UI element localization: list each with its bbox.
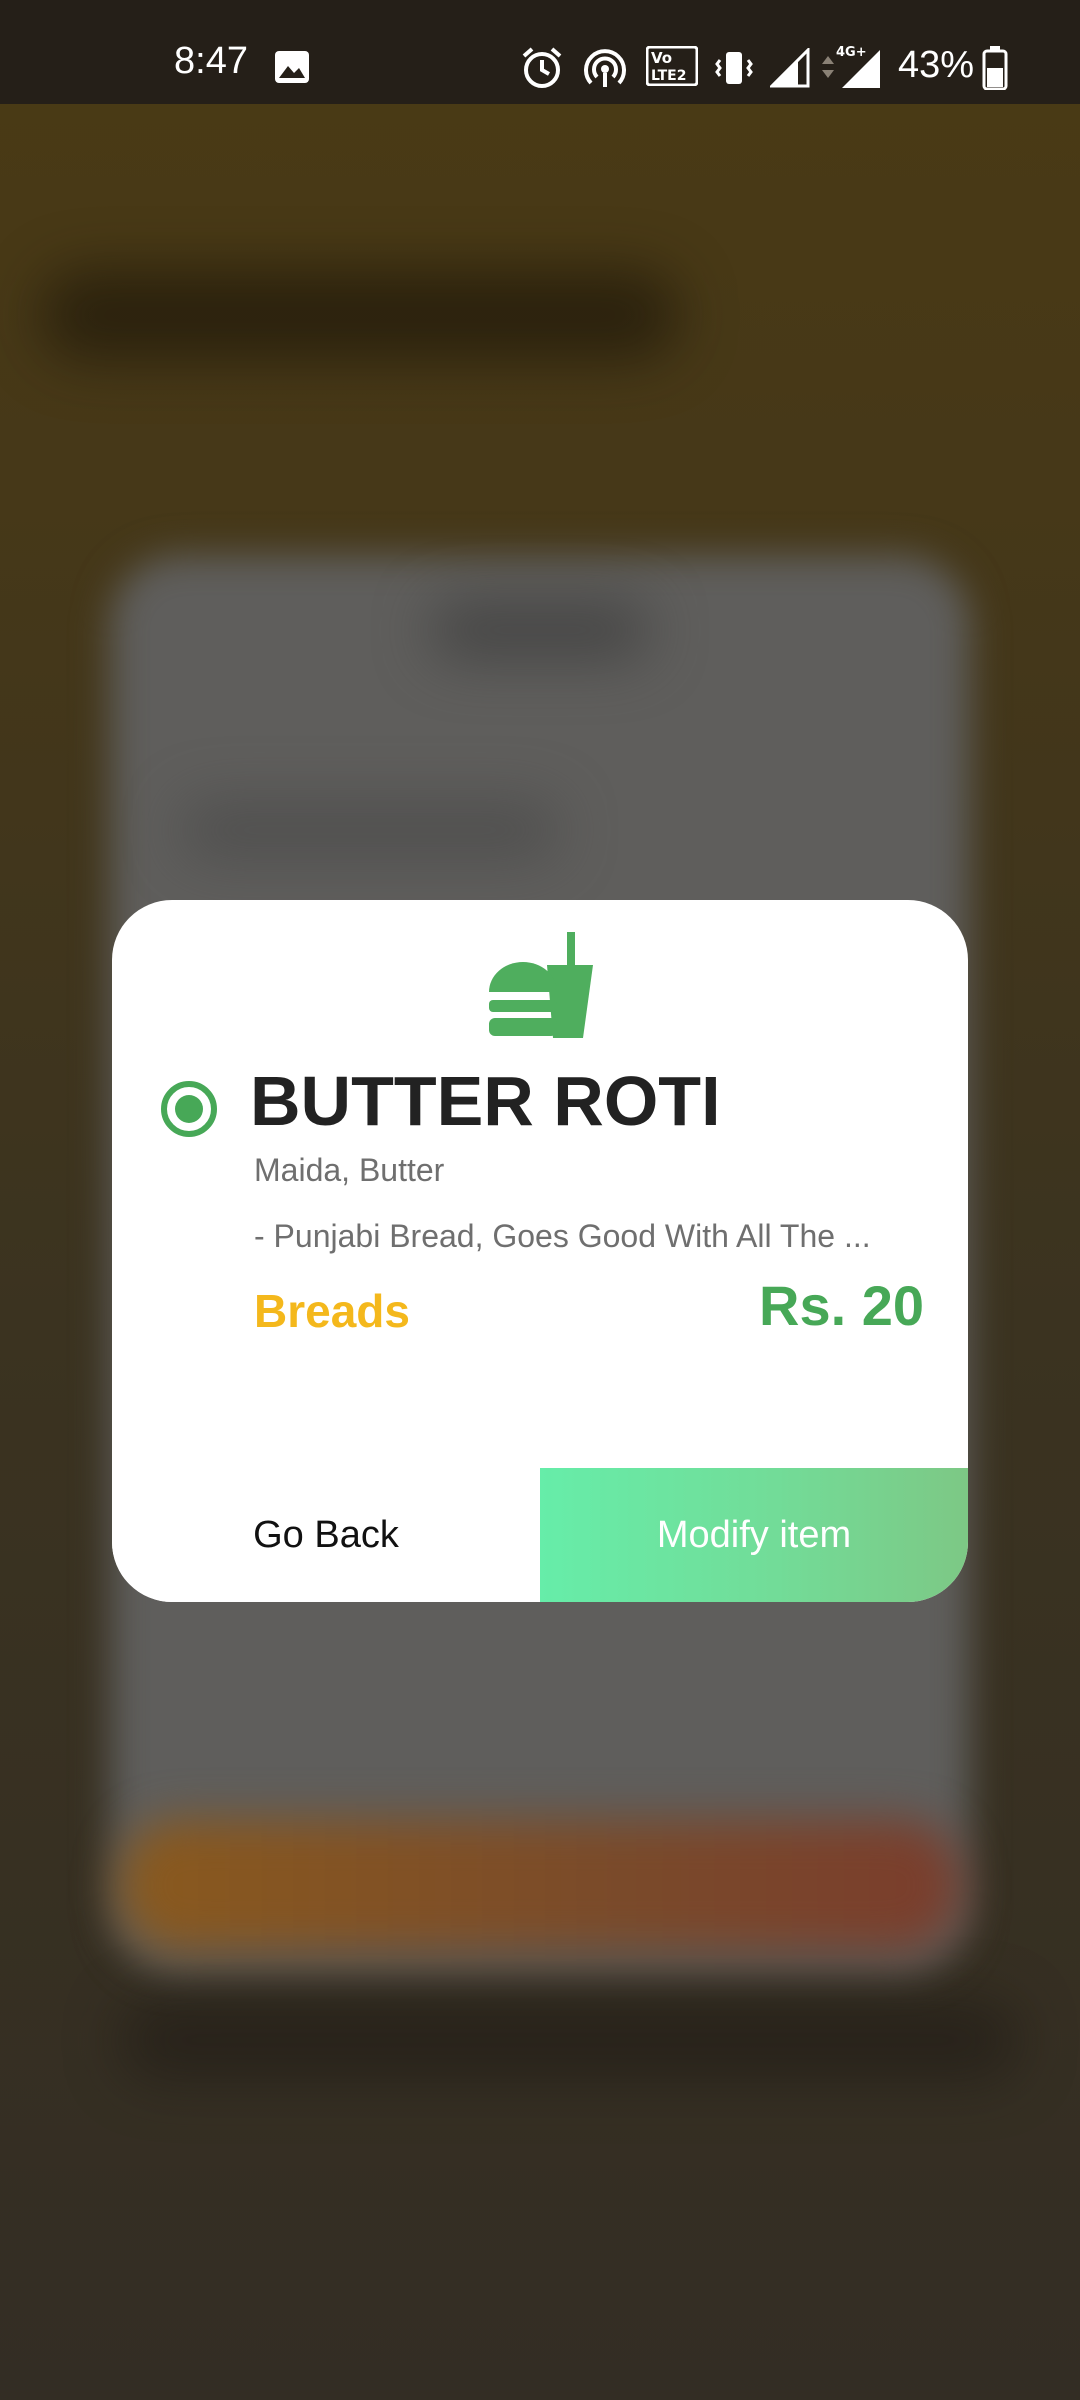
background-button-blur (120, 1820, 960, 1950)
background-card-text-blur (430, 600, 650, 660)
status-bar: 8:47 Vo LTE2 4G+ 43% (0, 0, 1080, 104)
background-title-blur (40, 270, 680, 360)
go-back-button[interactable]: Go Back (112, 1468, 540, 1602)
background-row-blur (180, 800, 560, 860)
network-badge: 4G+ (836, 45, 867, 60)
svg-text:Vo: Vo (651, 49, 672, 67)
alarm-icon (520, 46, 564, 95)
radio-selected-icon (160, 1080, 218, 1138)
status-time: 8:47 (174, 40, 248, 82)
signal-icon (768, 46, 810, 93)
fast-food-icon (487, 930, 597, 1040)
battery-percent: 43% (898, 44, 975, 86)
gallery-icon (274, 50, 310, 89)
item-description: - Punjabi Bread, Goes Good With All The … (254, 1218, 871, 1254)
volte-icon: Vo LTE2 (645, 45, 699, 91)
battery-icon (982, 46, 1008, 95)
item-dialog: BUTTER ROTI Maida, Butter - Punjabi Brea… (112, 900, 968, 1602)
hotspot-icon (584, 48, 626, 95)
modify-item-button[interactable]: Modify item (540, 1468, 968, 1602)
item-ingredients: Maida, Butter (254, 1152, 445, 1188)
item-price: Rs. 20 (759, 1274, 924, 1337)
item-name: BUTTER ROTI (250, 1062, 721, 1140)
background-bottom-blur (120, 2000, 1020, 2080)
svg-text:LTE2: LTE2 (651, 68, 686, 84)
mobile-data-icon: 4G+ (820, 44, 884, 95)
item-category: Breads (254, 1285, 410, 1337)
vibrate-icon (714, 48, 754, 93)
